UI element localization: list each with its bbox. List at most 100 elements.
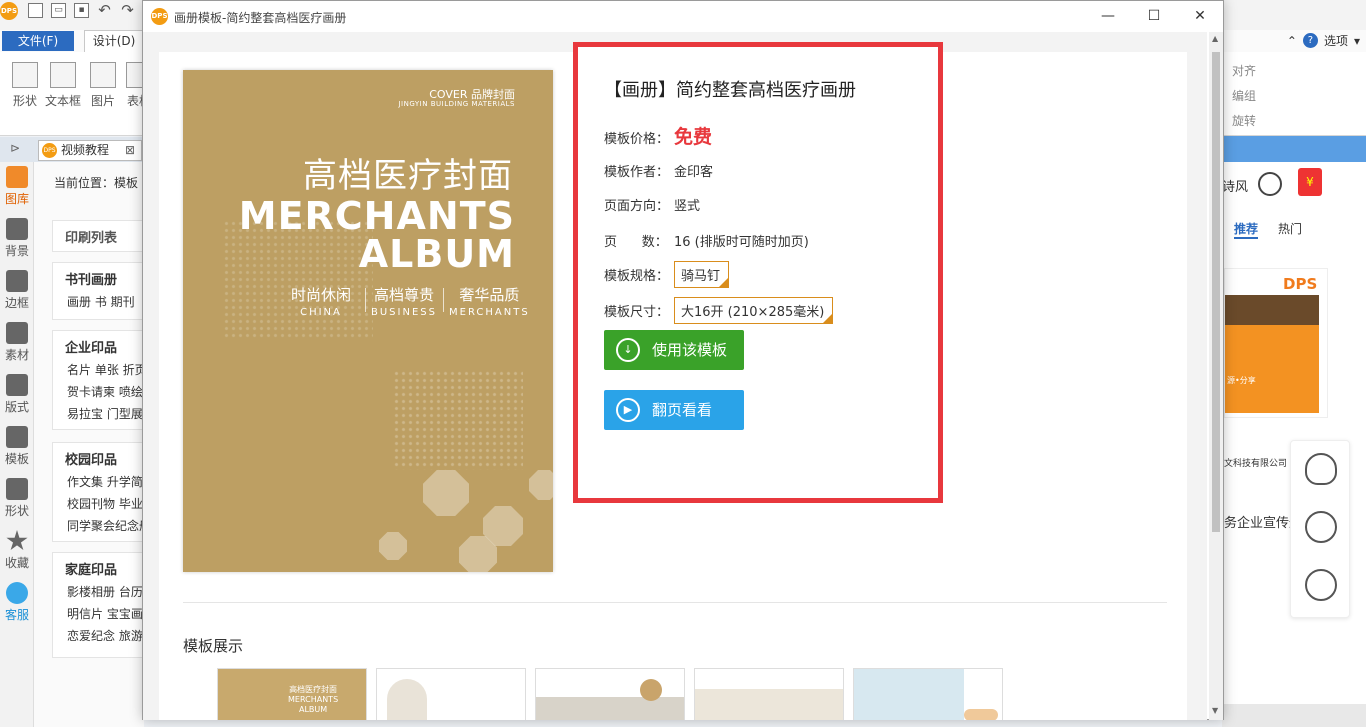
- quick-access-toolbar: ▭ ▪ ↶ ↷: [28, 3, 135, 18]
- help-icon[interactable]: ?: [1302, 33, 1318, 48]
- file-menu[interactable]: 文件(F): [2, 31, 74, 51]
- new-icon[interactable]: [28, 3, 43, 18]
- nav-favorites[interactable]: 收藏: [0, 526, 34, 578]
- headset-icon[interactable]: [1305, 569, 1337, 601]
- cover-cn-title: 高档医疗封面: [303, 156, 513, 196]
- panel-toggle-icon[interactable]: ⊳: [10, 141, 20, 155]
- author-value: 金印客: [674, 165, 714, 180]
- category-panel: 当前位置：模板 印刷列表 书刊画册 画册 书 期刊 企业印品 名片 单张 折页 …: [34, 162, 144, 727]
- size-option[interactable]: 大16开 (210×285毫米): [674, 297, 834, 324]
- print-list-header: 印刷列表: [52, 220, 144, 252]
- nav-material[interactable]: 素材: [0, 318, 34, 370]
- scrollbar-thumb[interactable]: [1212, 52, 1220, 532]
- redo-icon[interactable]: ↷: [120, 3, 135, 18]
- showcase-thumb-2[interactable]: [376, 668, 526, 720]
- border-icon: [6, 270, 28, 292]
- showcase-thumb-3[interactable]: [535, 668, 685, 720]
- hexagon-shape: [529, 470, 553, 500]
- nav-background[interactable]: 背景: [0, 214, 34, 266]
- orientation-row: 页面方向： 竖式: [604, 199, 701, 214]
- spec-option[interactable]: 骑马钉: [674, 261, 730, 288]
- dialog-body: COVER 品牌封面 JINGYIN BUILDING MATERIALS 高档…: [143, 32, 1207, 720]
- chat-icon[interactable]: [1258, 172, 1282, 196]
- price-value: 免费: [674, 126, 713, 148]
- layout-icon: [6, 374, 28, 396]
- showcase-thumb-1[interactable]: 高档医疗封面 MERCHANTS ALBUM: [217, 668, 367, 720]
- flip-preview-button[interactable]: ▶ 翻页看看: [604, 390, 744, 430]
- open-icon[interactable]: ▭: [51, 3, 66, 18]
- undo-icon[interactable]: ↶: [97, 3, 112, 18]
- image-icon: [90, 62, 116, 88]
- contact-panel: [1290, 440, 1350, 618]
- gallery-icon: [6, 166, 28, 188]
- check-corner-icon: [822, 313, 834, 324]
- right-pane: 诗风 ¥ 推荐 热门 DPS 源•分享 文科技有限公司 务企业宣传册: [1222, 136, 1366, 727]
- nav-service[interactable]: 客服: [0, 578, 34, 630]
- gift-icon[interactable]: ¥: [1298, 168, 1322, 196]
- maximize-button[interactable]: ☐: [1131, 1, 1177, 31]
- dialog-title: 画册模板-简约整套高档医疗画册: [174, 11, 347, 25]
- close-button[interactable]: ✕: [1177, 1, 1223, 31]
- cover-separator: [443, 288, 444, 312]
- dialog-title-bar: DPS 画册模板-简约整套高档医疗画册 — ☐ ✕: [143, 1, 1223, 32]
- style-label: 诗风: [1222, 180, 1249, 195]
- template-detail-card: COVER 品牌封面 JINGYIN BUILDING MATERIALS 高档…: [159, 42, 1187, 720]
- zoom-bar[interactable]: [1222, 704, 1366, 727]
- save-icon[interactable]: ▪: [74, 3, 89, 18]
- breadcrumb: 当前位置：模板: [54, 176, 139, 190]
- cover-preview: COVER 品牌封面 JINGYIN BUILDING MATERIALS 高档…: [183, 70, 553, 572]
- author-row: 模板作者： 金印客: [604, 165, 714, 180]
- nav-gallery[interactable]: 图库: [0, 162, 34, 214]
- minimize-button[interactable]: —: [1085, 1, 1131, 31]
- ribbon-textbox[interactable]: 文本框: [44, 62, 82, 109]
- template-dialog: DPS 画册模板-简约整套高档医疗画册 — ☐ ✕ COVER 品牌封面 JIN…: [142, 0, 1224, 720]
- wechat-icon[interactable]: [1305, 511, 1337, 543]
- document-tab-bar: ⊳ DPS 视频教程 ⊠: [0, 137, 145, 162]
- scroll-down-icon[interactable]: ▼: [1212, 706, 1218, 715]
- showcase-thumb-5[interactable]: [853, 668, 1003, 720]
- cover-tag-2: 高档尊贵 BUSINESS: [371, 286, 437, 318]
- qq-icon[interactable]: [1305, 453, 1337, 485]
- background-icon: [6, 218, 28, 240]
- textbox-icon: [50, 62, 76, 88]
- tab-hot[interactable]: 热门: [1278, 220, 1302, 237]
- cover-top-sub: JINGYIN BUILDING MATERIALS: [398, 100, 515, 108]
- tab-recommended[interactable]: 推荐: [1234, 220, 1259, 239]
- chevron-down-icon[interactable]: ▾: [1354, 34, 1360, 48]
- close-tab-icon[interactable]: ⊠: [125, 141, 135, 160]
- scroll-up-icon[interactable]: ▲: [1212, 34, 1218, 43]
- ribbon-shape[interactable]: 形状: [6, 62, 44, 109]
- size-row: 模板尺寸： 大16开 (210×285毫米): [604, 297, 834, 324]
- dialog-scrollbar[interactable]: ▲ ▼: [1209, 32, 1223, 720]
- nav-template[interactable]: 模板: [0, 422, 34, 474]
- shape-icon: [12, 62, 38, 88]
- doc-tab-tutorial[interactable]: DPS 视频教程 ⊠: [38, 140, 142, 161]
- rotate-button[interactable]: 旋转: [1232, 112, 1256, 129]
- category-books: 书刊画册 画册 书 期刊: [52, 262, 144, 320]
- cover-separator: [365, 288, 366, 312]
- showcase-title: 模板展示: [183, 637, 244, 655]
- dps-small-icon: DPS: [42, 143, 57, 158]
- section-divider: [183, 602, 1167, 603]
- ribbon-image[interactable]: 图片: [84, 62, 122, 109]
- showcase-thumb-4[interactable]: [694, 668, 844, 720]
- orientation-value: 竖式: [674, 199, 701, 214]
- template-info-box: 【画册】简约整套高档医疗画册 模板价格： 免费 模板作者： 金印客 页面方向： 竖式 …: [573, 42, 943, 503]
- design-menu[interactable]: 设计(D): [84, 30, 144, 52]
- template-thumbnail[interactable]: DPS 源•分享: [1224, 268, 1328, 418]
- nav-shape[interactable]: 形状: [0, 474, 34, 526]
- nav-border[interactable]: 边框: [0, 266, 34, 318]
- collapse-ribbon-icon[interactable]: ⌃: [1287, 34, 1297, 48]
- align-button[interactable]: 对齐: [1232, 62, 1256, 79]
- use-template-button[interactable]: ↓ 使用该模板: [604, 330, 744, 370]
- template-icon: [6, 426, 28, 448]
- nav-layout[interactable]: 版式: [0, 370, 34, 422]
- category-family: 家庭印品 影楼相册 台历 明信片 宝宝画 恋爱纪念 旅游: [52, 552, 144, 658]
- cover-en-line2: ALBUM: [358, 232, 515, 276]
- world-map-dots: [223, 220, 373, 340]
- star-icon: [6, 530, 28, 551]
- options-menu[interactable]: 选项: [1324, 32, 1348, 49]
- category-campus: 校园印品 作文集 升学简 校园刊物 毕业 同学聚会纪念册: [52, 442, 144, 542]
- group-button[interactable]: 编组: [1232, 87, 1256, 104]
- play-icon: ▶: [616, 398, 640, 422]
